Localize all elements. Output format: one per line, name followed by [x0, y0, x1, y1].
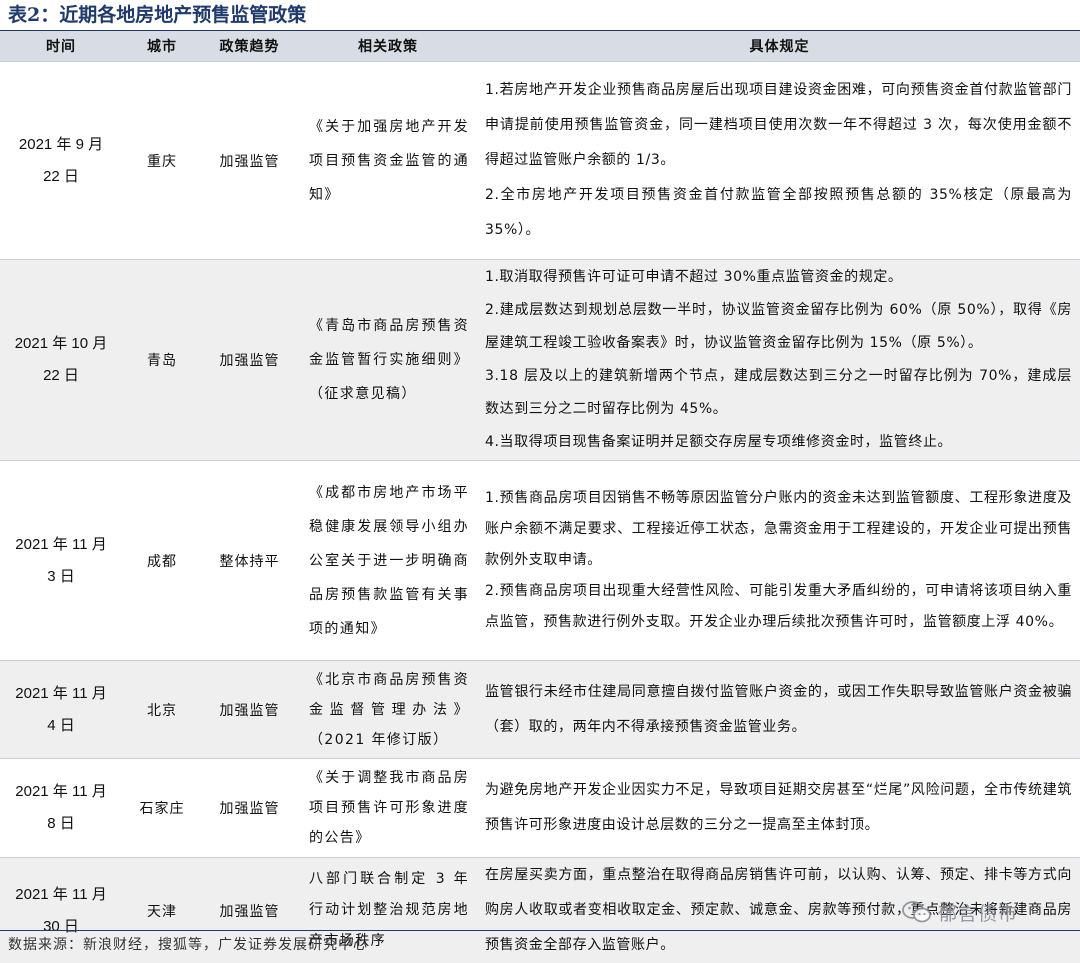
- row-policy: 《关于加强房地产开发项目预售资金监管的通知》: [297, 62, 479, 260]
- header-trend: 政策趋势: [202, 31, 297, 62]
- row-trend: 整体持平: [202, 461, 297, 661]
- footer-divider: [0, 930, 1080, 931]
- row-city: 重庆: [122, 62, 202, 260]
- row-city: 北京: [122, 661, 202, 759]
- watermark: 郁言债市: [902, 898, 1018, 926]
- row-detail: 1.取消取得预售许可证可申请不超过 30%重点监管资金的规定。 2.建成层数达到…: [479, 260, 1080, 461]
- header-date: 时间: [0, 31, 122, 62]
- row-policy: 《北京市商品房预售资金监督管理办法》（2021 年修订版）: [297, 661, 479, 759]
- table-row: 2021 年 10 月 22 日 青岛 加强监管 《青岛市商品房预售资金监管暂行…: [0, 260, 1080, 461]
- detail-item: 4.当取得项目现售备案证明并足额交存房屋专项维修资金时，监管终止。: [485, 426, 1072, 459]
- row-policy: 《成都市房地产市场平稳健康发展领导小组办公室关于进一步明确商品房预售款监管有关事…: [297, 461, 479, 661]
- detail-item: 3.18 层及以上的建筑新增两个节点，建成层数达到三分之一时留存比例为 70%，…: [485, 360, 1072, 426]
- row-trend: 加强监管: [202, 759, 297, 858]
- table-header-row: 时间 城市 政策趋势 相关政策 具体规定: [0, 31, 1080, 62]
- detail-item: 为避免房地产开发企业因实力不足，导致项目延期交房甚至“烂尾”风险问题，全市传统建…: [485, 773, 1072, 843]
- policy-table: 时间 城市 政策趋势 相关政策 具体规定 2021 年 9 月 22 日 重庆 …: [0, 31, 1080, 963]
- row-city: 成都: [122, 461, 202, 661]
- data-source: 数据来源：新浪财经，搜狐等，广发证券发展研究中心: [8, 934, 368, 954]
- row-city: 石家庄: [122, 759, 202, 858]
- detail-item: 1.预售商品房项目因销售不畅等原因监管分户账内的资金未达到监管额度、工程形象进度…: [485, 483, 1072, 576]
- table-row: 2021 年 9 月 22 日 重庆 加强监管 《关于加强房地产开发项目预售资金…: [0, 62, 1080, 260]
- wechat-icon: [902, 900, 932, 924]
- row-policy: 《关于调整我市商品房项目预售许可形象进度的公告》: [297, 759, 479, 858]
- detail-item: 1.取消取得预售许可证可申请不超过 30%重点监管资金的规定。: [485, 261, 1072, 294]
- detail-item: 2.建成层数达到规划总层数一半时，协议监管资金留存比例为 60%（原 50%），…: [485, 294, 1072, 360]
- header-policy: 相关政策: [297, 31, 479, 62]
- detail-item: 1.若房地产开发企业预售商品房屋后出现项目建设资金困难，可向预售资金首付款监管部…: [485, 73, 1072, 178]
- row-date: 2021 年 11 月 3 日: [0, 461, 122, 661]
- row-detail: 监管银行未经市住建局同意擅自拨付监管账户资金的，或因工作失职导致监管账户资金被骗…: [479, 661, 1080, 759]
- header-city: 城市: [122, 31, 202, 62]
- row-trend: 加强监管: [202, 260, 297, 461]
- row-trend: 加强监管: [202, 661, 297, 759]
- table-row: 2021 年 11 月 8 日 石家庄 加强监管 《关于调整我市商品房项目预售许…: [0, 759, 1080, 858]
- row-detail: 1.若房地产开发企业预售商品房屋后出现项目建设资金困难，可向预售资金首付款监管部…: [479, 62, 1080, 260]
- table-row: 2021 年 11 月 4 日 北京 加强监管 《北京市商品房预售资金监督管理办…: [0, 661, 1080, 759]
- table-title: 表2：近期各地房地产预售监管政策: [8, 2, 306, 28]
- row-detail: 为避免房地产开发企业因实力不足，导致项目延期交房甚至“烂尾”风险问题，全市传统建…: [479, 759, 1080, 858]
- detail-item: 监管银行未经市住建局同意擅自拨付监管账户资金的，或因工作失职导致监管账户资金被骗…: [485, 675, 1072, 745]
- table-row: 2021 年 11 月 3 日 成都 整体持平 《成都市房地产市场平稳健康发展领…: [0, 461, 1080, 661]
- row-date: 2021 年 9 月 22 日: [0, 62, 122, 260]
- row-date: 2021 年 11 月 4 日: [0, 661, 122, 759]
- row-trend: 加强监管: [202, 62, 297, 260]
- header-detail: 具体规定: [479, 31, 1080, 62]
- watermark-text: 郁言债市: [938, 899, 1018, 926]
- detail-item: 2.预售商品房项目出现重大经营性风险、可能引发重大矛盾纠纷的，可申请将该项目纳入…: [485, 576, 1072, 638]
- row-policy: 《青岛市商品房预售资金监管暂行实施细则》（征求意见稿）: [297, 260, 479, 461]
- detail-item: 2.全市房地产开发项目预售资金首付款监管全部按照预售总额的 35%核定（原最高为…: [485, 178, 1072, 248]
- row-date: 2021 年 11 月 8 日: [0, 759, 122, 858]
- row-detail: 1.预售商品房项目因销售不畅等原因监管分户账内的资金未达到监管额度、工程形象进度…: [479, 461, 1080, 661]
- row-city: 青岛: [122, 260, 202, 461]
- row-date: 2021 年 10 月 22 日: [0, 260, 122, 461]
